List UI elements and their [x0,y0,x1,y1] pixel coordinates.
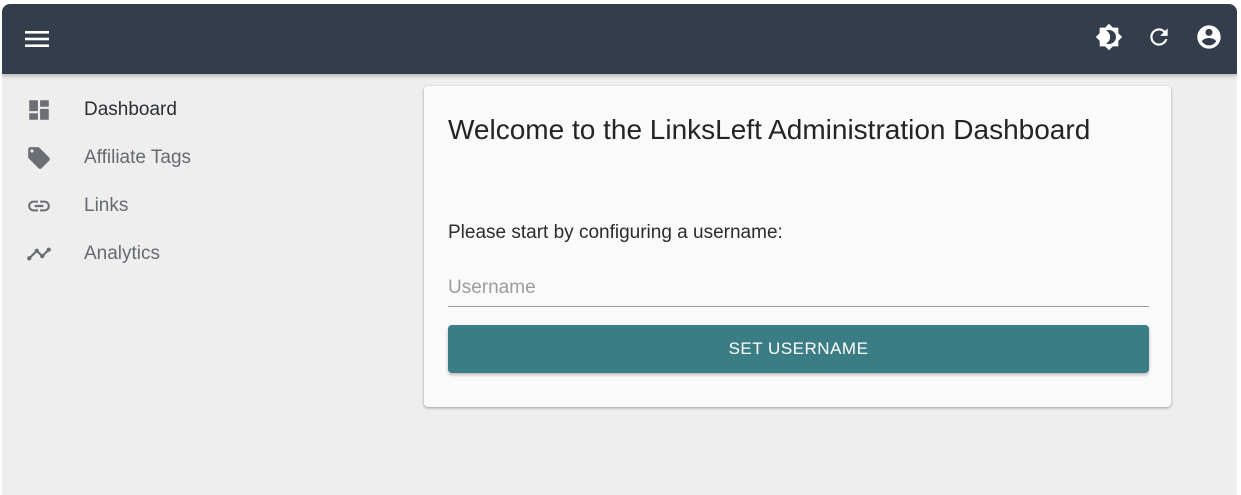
sidebar-item-label: Analytics [84,243,161,264]
sidebar: Dashboard Affiliate Tags Links Analytics [2,86,262,278]
set-username-button[interactable]: SET USERNAME [448,325,1149,373]
username-field [448,270,1149,307]
sidebar-item-label: Affiliate Tags [84,147,192,168]
link-icon [26,193,52,219]
theme-toggle-button[interactable] [1095,23,1123,51]
dashboard-icon [26,97,52,123]
username-prompt: Please start by configuring a username: [448,222,783,243]
analytics-icon [26,241,52,267]
sidebar-item-affiliate-tags[interactable]: Affiliate Tags [2,134,262,182]
menu-button[interactable] [22,26,52,52]
tag-icon [26,145,52,171]
account-button[interactable] [1195,23,1223,51]
app-bar [2,4,1237,74]
sidebar-item-label: Dashboard [84,99,177,120]
page-title: Welcome to the LinksLeft Administration … [448,114,1091,145]
refresh-button[interactable] [1145,23,1173,51]
sidebar-item-analytics[interactable]: Analytics [2,230,262,278]
refresh-icon [1150,28,1168,46]
username-input[interactable] [448,270,1149,306]
app-window: Dashboard Affiliate Tags Links Analytics… [2,4,1237,495]
sidebar-item-label: Links [84,195,129,216]
sidebar-item-links[interactable]: Links [2,182,262,230]
brightness-icon [1095,23,1123,51]
welcome-card: Welcome to the LinksLeft Administration … [424,86,1171,407]
sidebar-item-dashboard[interactable]: Dashboard [2,86,262,134]
menu-icon [25,31,49,47]
account-circle-icon [1197,25,1221,49]
app-bar-actions [1095,23,1223,51]
